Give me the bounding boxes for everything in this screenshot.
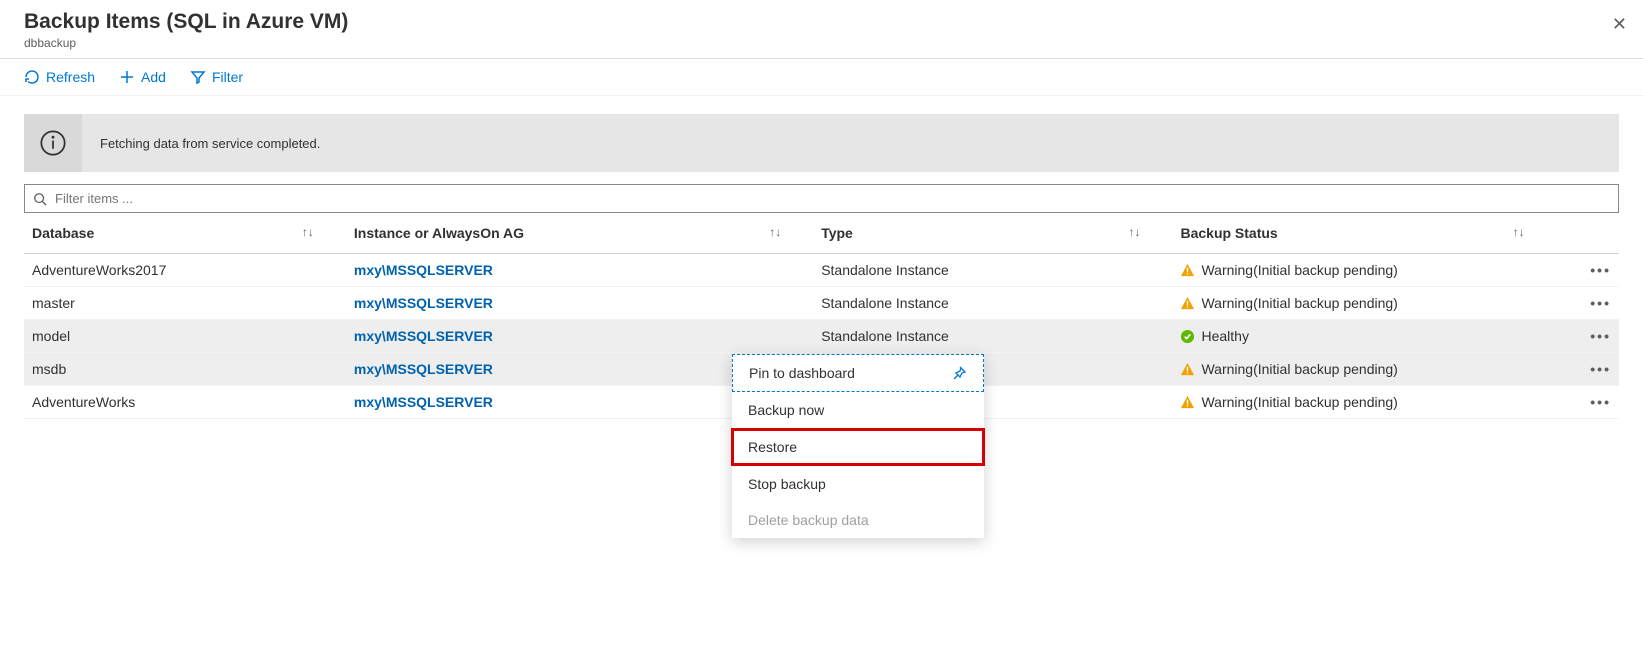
plus-icon xyxy=(119,69,135,85)
filter-label: Filter xyxy=(212,69,243,85)
status-badge: Warning(Initial backup pending) xyxy=(1180,361,1548,377)
info-bar: Fetching data from service completed. xyxy=(24,114,1619,172)
cell-type: Standalone Instance xyxy=(813,287,1172,320)
search-icon xyxy=(33,192,47,206)
row-actions-icon[interactable]: ••• xyxy=(1590,328,1611,344)
col-header-status[interactable]: Backup Status↑↓ xyxy=(1172,213,1556,254)
page-title: Backup Items (SQL in Azure VM) xyxy=(24,10,1619,34)
instance-link[interactable]: mxy\MSSQLSERVER xyxy=(354,328,493,344)
cell-type: Standalone Instance xyxy=(813,320,1172,353)
col-header-database[interactable]: Database↑↓ xyxy=(24,213,346,254)
row-actions-icon[interactable]: ••• xyxy=(1590,295,1611,311)
row-actions-icon[interactable]: ••• xyxy=(1590,394,1611,410)
instance-link[interactable]: mxy\MSSQLSERVER xyxy=(354,295,493,311)
ctx-delete-backup-data: Delete backup data xyxy=(732,502,984,538)
page-subtitle: dbbackup xyxy=(24,36,1619,50)
ctx-stop-backup[interactable]: Stop backup xyxy=(732,466,984,502)
status-badge: Warning(Initial backup pending) xyxy=(1180,295,1548,311)
ctx-restore[interactable]: Restore xyxy=(731,428,985,466)
filter-box[interactable] xyxy=(24,184,1619,213)
refresh-label: Refresh xyxy=(46,69,95,85)
status-badge: Warning(Initial backup pending) xyxy=(1180,394,1548,410)
row-actions-icon[interactable]: ••• xyxy=(1590,262,1611,278)
add-label: Add xyxy=(141,69,166,85)
instance-link[interactable]: mxy\MSSQLSERVER xyxy=(354,262,493,278)
filter-button[interactable]: Filter xyxy=(190,69,243,85)
info-icon xyxy=(24,114,82,172)
filter-input[interactable] xyxy=(53,189,1610,208)
cell-database: AdventureWorks xyxy=(24,386,346,419)
ctx-backup-now[interactable]: Backup now xyxy=(732,392,984,428)
col-header-type[interactable]: Type↑↓ xyxy=(813,213,1172,254)
info-message: Fetching data from service completed. xyxy=(82,136,320,151)
pin-icon xyxy=(951,365,967,381)
context-menu: Pin to dashboard Backup now Restore Stop… xyxy=(732,354,984,538)
col-header-actions xyxy=(1557,213,1619,254)
row-actions-icon[interactable]: ••• xyxy=(1590,361,1611,377)
refresh-icon xyxy=(24,69,40,85)
blade-header: Backup Items (SQL in Azure VM) dbbackup … xyxy=(0,0,1643,59)
cell-database: msdb xyxy=(24,353,346,386)
instance-link[interactable]: mxy\MSSQLSERVER xyxy=(354,394,493,410)
col-header-instance[interactable]: Instance or AlwaysOn AG↑↓ xyxy=(346,213,813,254)
ctx-pin-to-dashboard[interactable]: Pin to dashboard xyxy=(732,354,984,392)
status-badge: Warning(Initial backup pending) xyxy=(1180,262,1548,278)
cell-type: Standalone Instance xyxy=(813,254,1172,287)
toolbar: Refresh Add Filter xyxy=(0,59,1643,96)
filter-icon xyxy=(190,69,206,85)
status-badge: Healthy xyxy=(1180,328,1548,344)
refresh-button[interactable]: Refresh xyxy=(24,69,95,85)
cell-database: model xyxy=(24,320,346,353)
instance-link[interactable]: mxy\MSSQLSERVER xyxy=(354,361,493,377)
add-button[interactable]: Add xyxy=(119,69,166,85)
table-row[interactable]: model mxy\MSSQLSERVER Standalone Instance H… xyxy=(24,320,1619,353)
cell-database: master xyxy=(24,287,346,320)
table-row[interactable]: AdventureWorks2017 mxy\MSSQLSERVER Standal… xyxy=(24,254,1619,287)
close-icon[interactable]: ✕ xyxy=(1612,14,1627,35)
table-row[interactable]: master mxy\MSSQLSERVER Standalone Instance… xyxy=(24,287,1619,320)
cell-database: AdventureWorks2017 xyxy=(24,254,346,287)
